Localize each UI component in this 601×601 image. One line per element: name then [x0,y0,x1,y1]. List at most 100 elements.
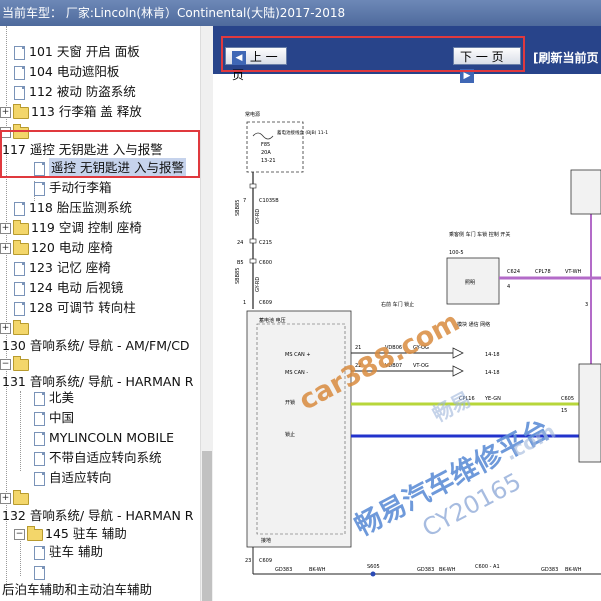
tree-folder[interactable]: + [0,318,31,338]
expand-icon[interactable]: + [0,243,11,254]
pin-b5: B5 [237,260,244,266]
fuse-box-outline [246,121,304,173]
folder-icon [27,525,43,541]
fuse-symbol [252,132,274,140]
folder-icon [13,319,29,335]
conn-c609: C609 [259,300,272,306]
arrow-icon [452,365,464,377]
pin-7: 7 [243,198,246,204]
pin-15: 15 [561,408,567,414]
tree-item[interactable]: 101 天窗 开启 面板 [14,42,140,62]
expand-icon[interactable]: + [0,323,11,334]
splice-point [370,571,376,577]
tree-folder-117[interactable]: 117 遥控 无钥匙进 入与报警 [2,140,163,160]
expand-icon[interactable]: + [0,107,11,118]
tree-item[interactable]: 不带自适应转向系统 [34,448,162,468]
pin-23: 23 [245,558,251,564]
tree-item[interactable]: 后泊车辅助和主动泊车辅助 [2,580,152,600]
right-module [570,169,601,215]
tree-folder[interactable]: +119 空调 控制 座椅 [0,218,142,238]
collapse-icon[interactable]: − [14,529,25,540]
tree-folder[interactable]: +113 行李箱 盖 释放 [0,102,142,122]
tree-scrollbar[interactable] [200,26,213,601]
tree-item[interactable]: 手动行李箱 [34,178,112,198]
wire-gd383-b: GD383 [417,567,434,573]
conn-c600-a1: C600 - A1 [475,564,500,570]
scrollbar-thumb[interactable] [202,451,212,601]
tree-item[interactable]: 自适应转向 [34,468,112,488]
ground-label: 接地 [261,537,271,544]
tree-item[interactable]: 中国 [34,408,74,428]
conn-c1035b: C1035B [259,198,279,204]
tree-item[interactable]: 123 记忆 座椅 [14,258,111,278]
tree-item[interactable]: 112 被动 防盗系统 [14,82,136,102]
tree-folder[interactable]: + [0,488,31,508]
connector-mark [249,238,257,244]
arrow-left-icon: ◀ [232,50,246,65]
ms-can-high: MS CAN + [285,352,311,358]
pin-24: 24 [237,240,243,246]
switch-ref: 100-5 [449,250,464,256]
document-icon [14,65,25,80]
tree-item[interactable]: MYLINCOLN MOBILE [34,428,174,448]
expand-icon[interactable]: + [0,493,11,504]
tree-item[interactable]: 118 胎压监测系统 [14,198,132,218]
ref-14-18-b: 14-18 [485,370,500,376]
wire-code-1: SBB85 [235,200,241,216]
wiring-diagram: 常电源 蓄电池接线盒 (BJB) 11-1 F85 20A 13-21 7 C1… [235,111,601,577]
document-icon [34,565,45,580]
wire-ye-gn-label: YE-GN [484,396,501,402]
splice-s605: S605 [367,564,380,570]
wire-color-1: GY-RD [255,209,261,224]
bus-label: 模块 通信 网络 [457,321,490,328]
wire-vdb06: VDB06 [385,345,402,351]
document-icon [14,301,25,316]
document-icon [34,471,45,486]
tree-folder[interactable]: − [0,354,31,374]
fuse-id: F85 [261,142,270,148]
tree-folder[interactable]: 130 音响系统/ 导航 - AM/FM/CD [2,336,190,356]
title-bar: 当前车型： 厂家:Lincoln(林肯）Continental(大陆)2017-… [0,0,601,26]
document-icon [34,161,45,176]
tree-folder[interactable]: 132 音响系统/ 导航 - HARMAN R [2,506,193,526]
document-icon [14,85,25,100]
tree-item-selected[interactable]: 遥控 无钥匙进 入与报警 [34,158,186,178]
fuse-amp: 20A [261,150,271,156]
pin-22: 22 [355,363,361,369]
unlock-label: 开锁 [285,399,295,406]
conn-c624: C624 [507,269,520,275]
tree-folder[interactable]: 131 音响系统/ 导航 - HARMAN R [2,372,193,392]
wire-vt-wh-label: VT-WH [565,269,582,275]
wire-vt-og: VT-OG [413,363,429,369]
wire-gd383-a: GD383 [275,567,292,573]
document-icon [34,545,45,560]
lock-label: 锁止 [285,431,295,438]
connector-mark [249,258,257,264]
collapse-icon[interactable]: − [0,359,11,370]
document-icon [34,451,45,466]
tree-item[interactable]: 驻车 辅助 [34,542,103,562]
prev-page-button[interactable]: ◀ 上 一 页 [225,47,287,82]
tree-item[interactable]: 124 电动 后视镜 [14,278,123,298]
wire-cpl16: CPL16 [459,396,475,402]
switch-title: 乘客侧 车门 车锁 控制 开关 [449,231,510,238]
tree-item[interactable] [34,562,49,582]
tree-item[interactable]: 104 电动遮阳板 [14,62,119,82]
tree-folder[interactable]: −145 驻车 辅助 [14,524,127,544]
next-page-button[interactable]: 下 一 页 ▶ [453,47,521,83]
fuse-title: 常电源 [245,111,260,118]
expand-icon[interactable]: + [0,223,11,234]
wire-vdb07: VDB07 [385,363,402,369]
pin-1: 1 [243,300,246,306]
nav-bar: ◀ 上 一 页 下 一 页 ▶ [刷新当前页 [213,26,601,83]
tree-item[interactable]: 128 可调节 转向柱 [14,298,136,318]
wire-code-2: SBB85 [235,268,241,284]
collapse-icon[interactable]: − [0,127,11,138]
tree-folder[interactable]: +120 电动 座椅 [0,238,113,258]
conn-c600: C600 [259,260,272,266]
refresh-current-page-link[interactable]: [刷新当前页 [533,49,599,66]
document-icon [34,431,45,446]
tree-folder[interactable]: − [0,122,31,142]
document-icon [14,201,25,216]
tree-item[interactable]: 北美 [34,388,74,408]
